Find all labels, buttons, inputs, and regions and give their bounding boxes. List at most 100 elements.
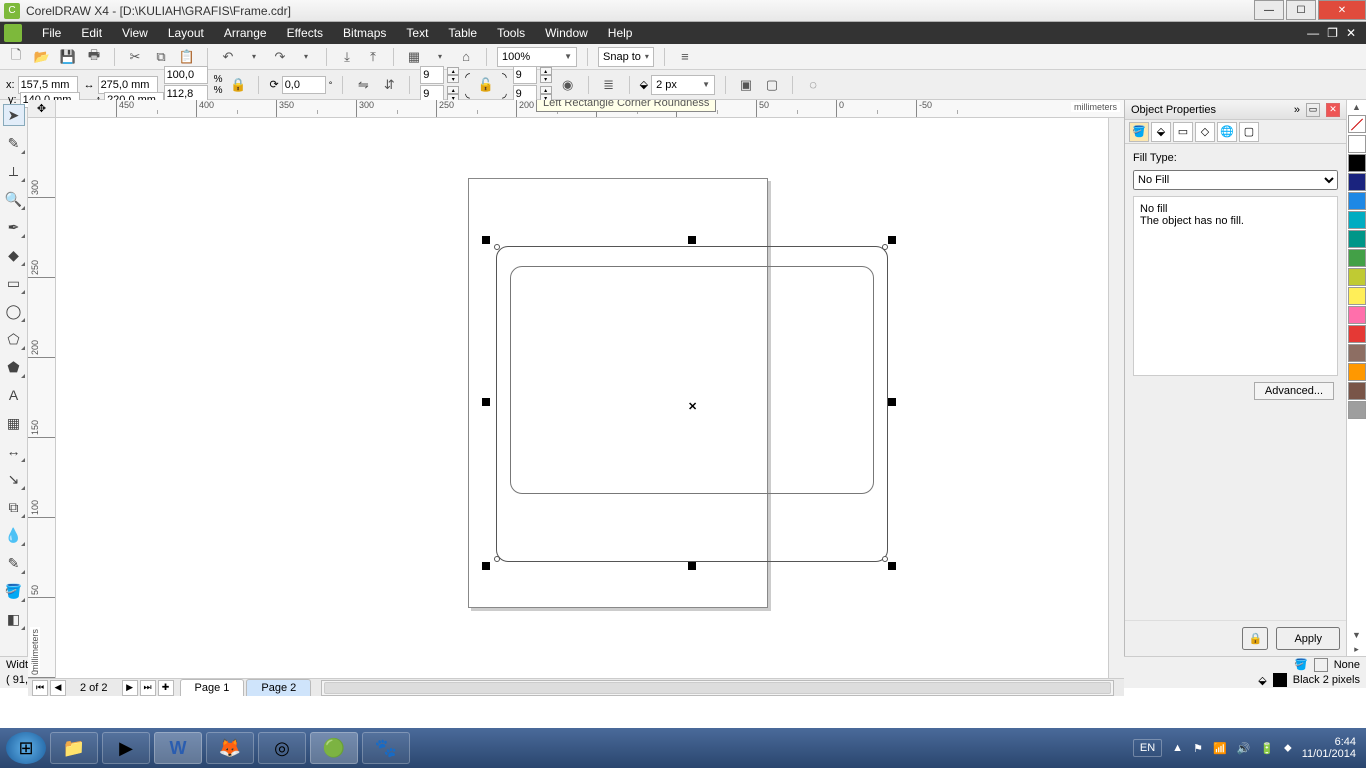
interactive-tool[interactable]: ⧉ [3,496,25,518]
text-tool[interactable]: A [3,384,25,406]
last-page-button[interactable]: ⏭ [140,680,156,696]
palette-swatch[interactable] [1348,154,1366,172]
selection-handle[interactable] [688,236,696,244]
start-button[interactable]: ⊞ [6,732,46,764]
drawing-canvas[interactable]: ✕ [56,118,1108,678]
vertical-scrollbar[interactable] [1108,118,1124,678]
palette-swatch[interactable] [1348,249,1366,267]
import-icon[interactable]: ⤓ [337,47,357,67]
corner-node[interactable] [882,244,888,250]
outline-width-combo[interactable]: 2 px▼ [651,75,715,95]
selection-handle[interactable] [482,562,490,570]
rotation-field[interactable] [282,76,326,94]
pick-tool[interactable]: ➤ [3,104,25,126]
vertical-ruler[interactable]: millimeters 050100150200250300 [28,118,56,678]
palette-swatch[interactable] [1348,192,1366,210]
taskbar-clock[interactable]: 6:44 11/01/2014 [1302,736,1356,760]
menu-help[interactable]: Help [598,26,643,40]
menu-file[interactable]: File [32,26,71,40]
table-tool[interactable]: ▦ [3,412,25,434]
horizontal-scrollbar[interactable] [321,680,1114,696]
connector-tool[interactable]: ↘ [3,468,25,490]
save-icon[interactable]: 💾 [58,47,78,67]
undo-dropdown-icon[interactable]: ▾ [244,47,264,67]
app-launcher-dropdown[interactable]: ▾ [430,47,450,67]
copy-icon[interactable]: ⧉ [151,47,171,67]
eyedropper-tool[interactable]: 💧 [3,524,25,546]
fill-indicator-icon[interactable]: 🪣 [1294,658,1308,671]
taskbar-mediaplayer[interactable]: ▶ [102,732,150,764]
corner-tr-field[interactable] [513,66,537,84]
selection-handle[interactable] [888,236,896,244]
tray-flag-icon[interactable]: ▲ [1172,742,1183,754]
close-button[interactable]: ✕ [1318,0,1366,20]
page-tab-2[interactable]: Page 2 [246,679,311,696]
zoom-combo[interactable]: 100%▼ [497,47,577,67]
palette-swatch[interactable] [1348,135,1366,153]
language-indicator[interactable]: EN [1133,739,1162,757]
internet-tab[interactable]: 🌐 [1217,122,1237,142]
outline-swatch[interactable] [1273,673,1287,687]
crop-tool[interactable]: ⟂ [3,160,25,182]
selection-handle[interactable] [688,562,696,570]
to-front-icon[interactable]: ▣ [736,75,756,95]
tray-dropbox-icon[interactable]: ⬥ [1284,742,1292,755]
mdi-close[interactable]: ✕ [1346,26,1356,40]
menu-effects[interactable]: Effects [277,26,333,40]
convert-curves-icon[interactable]: ◌ [803,75,823,95]
app-menu-icon[interactable] [4,24,22,42]
palette-nofill[interactable] [1348,115,1366,133]
redo-icon[interactable]: ↷ [270,47,290,67]
palette-flyout[interactable]: ▸ [1347,642,1366,656]
corner-lock-icon[interactable]: 🔓 [476,75,496,95]
paste-icon[interactable]: 📋 [177,47,197,67]
outline-tool[interactable]: ✎ [3,552,25,574]
x-field[interactable] [18,76,78,94]
fill-type-select[interactable]: No Fill [1133,170,1338,190]
lock-ratio-icon[interactable]: 🔒 [228,75,248,95]
palette-swatch[interactable] [1348,325,1366,343]
palette-swatch[interactable] [1348,344,1366,362]
rectangle-tool[interactable]: ▭ [3,272,25,294]
outline-indicator-icon[interactable]: ⬙ [1258,674,1266,687]
general-tab[interactable]: ▢ [1239,122,1259,142]
tray-battery-icon[interactable]: 🔋 [1260,742,1274,755]
page-tab-1[interactable]: Page 1 [180,679,245,696]
selection-handle[interactable] [888,398,896,406]
undo-icon[interactable]: ↶ [218,47,238,67]
palette-swatch[interactable] [1348,287,1366,305]
corner-node[interactable] [494,244,500,250]
mdi-restore[interactable]: ❐ [1327,26,1338,40]
tray-network-icon[interactable]: 📶 [1213,742,1227,755]
mirror-v-icon[interactable]: ⇵ [379,75,399,95]
curve-tab[interactable]: ◇ [1195,122,1215,142]
lock-apply-button[interactable]: 🔒 [1242,627,1268,650]
ruler-origin[interactable]: ✥ [28,100,56,118]
to-back-icon[interactable]: ▢ [762,75,782,95]
fill-swatch[interactable] [1314,658,1328,672]
corner-tl-field[interactable] [420,66,444,84]
add-page-button[interactable]: ✚ [158,680,174,696]
menu-bitmaps[interactable]: Bitmaps [333,26,396,40]
menu-tools[interactable]: Tools [487,26,535,40]
advanced-button[interactable]: Advanced... [1254,382,1334,400]
panel-pin-icon[interactable]: ▭ [1306,103,1320,117]
outline-tab[interactable]: ⬙ [1151,122,1171,142]
basic-shapes-tool[interactable]: ⬟ [3,356,25,378]
menu-view[interactable]: View [112,26,158,40]
smart-fill-tool[interactable]: ◆ [3,244,25,266]
panel-close-icon[interactable]: ✕ [1326,103,1340,117]
scalex-field[interactable] [164,66,208,84]
snap-combo[interactable]: Snap to▾ [598,47,654,67]
app-launcher-icon[interactable]: ▦ [404,47,424,67]
palette-scroll-down[interactable]: ▼ [1347,628,1366,642]
taskbar-firefox[interactable]: 🦊 [206,732,254,764]
dimension-tool[interactable]: ↔ [3,440,25,462]
corner-node[interactable] [882,556,888,562]
palette-swatch[interactable] [1348,401,1366,419]
menu-text[interactable]: Text [396,26,438,40]
tray-volume-icon[interactable]: 🔊 [1237,742,1251,755]
palette-swatch[interactable] [1348,230,1366,248]
menu-arrange[interactable]: Arrange [214,26,277,40]
fill-tab[interactable]: 🪣 [1129,122,1149,142]
